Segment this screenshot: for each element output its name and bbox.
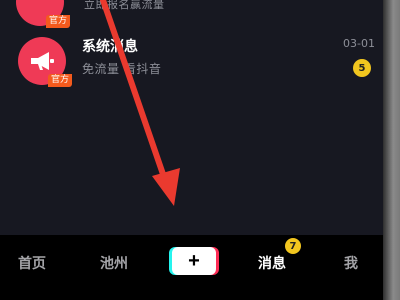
unread-count-badge: 5 <box>353 59 371 77</box>
tab-messages[interactable]: 消息 <box>258 253 286 273</box>
tab-local[interactable]: 池州 <box>100 253 128 273</box>
add-video-button[interactable]: + <box>172 247 216 275</box>
message-item-system[interactable]: 官方 系统消息 免流量 看抖音 03-01 5 <box>0 27 383 87</box>
plus-icon: + <box>188 250 200 272</box>
message-preview: 免流量 看抖音 <box>82 62 162 76</box>
window-edge <box>383 0 400 300</box>
messages-badge: 7 <box>285 238 301 254</box>
message-item-partial[interactable]: 官方 立即报名赢流量 <box>0 0 383 28</box>
avatar: 官方 <box>18 37 72 87</box>
avatar: 官方 <box>16 0 70 28</box>
tab-me[interactable]: 我 <box>344 253 358 273</box>
message-time: 03-01 <box>343 37 375 50</box>
bottom-tab-bar: 首页 池州 + 消息 7 我 <box>0 235 383 300</box>
message-title: 系统消息 <box>82 39 138 55</box>
phone-screen: 官方 立即报名赢流量 官方 系统消息 免流量 看抖音 03-01 5 首页 池州… <box>0 0 383 300</box>
message-preview: 立即报名赢流量 <box>84 0 165 11</box>
official-badge: 官方 <box>47 74 72 87</box>
tab-home[interactable]: 首页 <box>18 253 46 273</box>
megaphone-icon <box>31 52 54 70</box>
